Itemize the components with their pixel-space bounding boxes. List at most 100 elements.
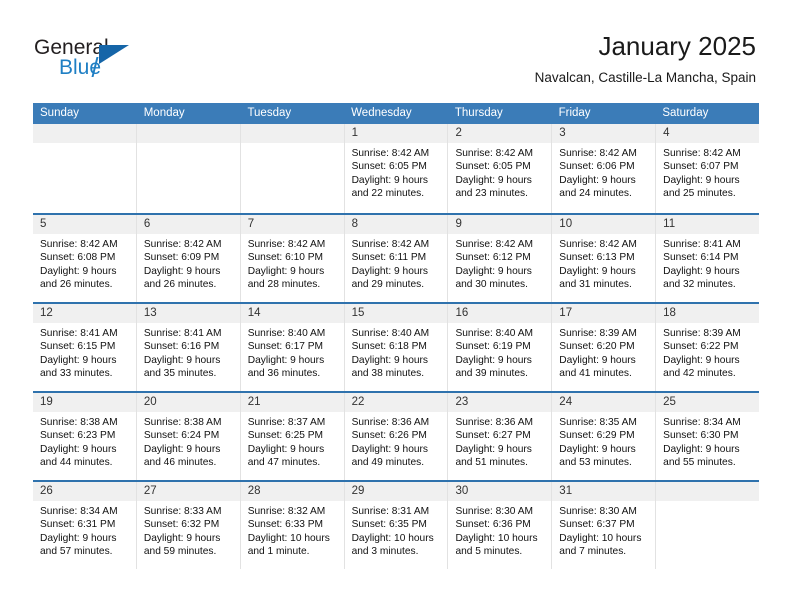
day-sun-info: Sunrise: 8:30 AM Sunset: 6:37 PM Dayligh… — [559, 506, 642, 558]
day-sun-info: Sunrise: 8:42 AM Sunset: 6:05 PM Dayligh… — [351, 148, 430, 200]
day-cell — [240, 124, 345, 213]
weekday-wednesday: Wednesday — [351, 107, 412, 119]
day-sun-info: Sunrise: 8:40 AM Sunset: 6:19 PM Dayligh… — [455, 328, 534, 380]
day-cell[interactable]: 26 Sunrise: 8:34 AM Sunset: 6:31 PM Dayl… — [33, 482, 137, 569]
day-cell[interactable]: 24 Sunrise: 8:35 AM Sunset: 6:29 PM Dayl… — [552, 393, 657, 480]
day-number: 22 — [344, 393, 448, 412]
day-cell[interactable]: 6 Sunrise: 8:42 AM Sunset: 6:09 PM Dayli… — [136, 215, 241, 302]
day-number: 30 — [448, 482, 552, 501]
day-cell — [33, 124, 137, 213]
week-row: 19 Sunrise: 8:38 AM Sunset: 6:23 PM Dayl… — [33, 391, 760, 480]
day-number: 23 — [448, 393, 552, 412]
day-number: 18 — [656, 304, 760, 323]
day-cell[interactable]: 25 Sunrise: 8:34 AM Sunset: 6:30 PM Dayl… — [656, 393, 760, 480]
page-subtitle: Navalcan, Castille-La Mancha, Spain — [534, 70, 756, 85]
day-cell[interactable]: 27 Sunrise: 8:33 AM Sunset: 6:32 PM Dayl… — [136, 482, 241, 569]
calendar-grid: Sunday Monday Tuesday Wednesday Thursday… — [33, 103, 760, 569]
day-cell[interactable]: 3 Sunrise: 8:42 AM Sunset: 6:06 PM Dayli… — [552, 124, 657, 213]
day-number: 14 — [240, 304, 344, 323]
day-sun-info: Sunrise: 8:34 AM Sunset: 6:30 PM Dayligh… — [663, 417, 741, 469]
day-cell[interactable]: 13 Sunrise: 8:41 AM Sunset: 6:16 PM Dayl… — [136, 304, 241, 391]
day-number — [33, 124, 136, 143]
day-cell[interactable]: 7 Sunrise: 8:42 AM Sunset: 6:10 PM Dayli… — [240, 215, 345, 302]
day-sun-info: Sunrise: 8:39 AM Sunset: 6:20 PM Dayligh… — [559, 328, 637, 380]
day-sun-info: Sunrise: 8:42 AM Sunset: 6:13 PM Dayligh… — [559, 239, 637, 291]
day-cell[interactable]: 2 Sunrise: 8:42 AM Sunset: 6:05 PM Dayli… — [448, 124, 553, 213]
day-cell[interactable]: 11 Sunrise: 8:41 AM Sunset: 6:14 PM Dayl… — [656, 215, 760, 302]
day-cell[interactable]: 14 Sunrise: 8:40 AM Sunset: 6:17 PM Dayl… — [240, 304, 345, 391]
day-sun-info: Sunrise: 8:36 AM Sunset: 6:26 PM Dayligh… — [351, 417, 430, 469]
day-cell[interactable]: 29 Sunrise: 8:31 AM Sunset: 6:35 PM Dayl… — [344, 482, 449, 569]
page-title: January 2025 — [598, 31, 756, 61]
day-sun-info: Sunrise: 8:42 AM Sunset: 6:09 PM Dayligh… — [143, 239, 222, 291]
week-row: 26 Sunrise: 8:34 AM Sunset: 6:31 PM Dayl… — [33, 480, 760, 569]
day-cell[interactable]: 21 Sunrise: 8:37 AM Sunset: 6:25 PM Dayl… — [240, 393, 345, 480]
day-cell — [656, 482, 760, 569]
day-sun-info: Sunrise: 8:41 AM Sunset: 6:14 PM Dayligh… — [663, 239, 741, 291]
day-number: 21 — [240, 393, 344, 412]
day-cell[interactable]: 12 Sunrise: 8:41 AM Sunset: 6:15 PM Dayl… — [33, 304, 137, 391]
day-number: 26 — [33, 482, 136, 501]
day-cell[interactable]: 15 Sunrise: 8:40 AM Sunset: 6:18 PM Dayl… — [344, 304, 449, 391]
day-number: 20 — [136, 393, 240, 412]
day-sun-info: Sunrise: 8:37 AM Sunset: 6:25 PM Dayligh… — [247, 417, 326, 469]
day-number: 19 — [33, 393, 136, 412]
day-number — [656, 482, 760, 501]
day-sun-info: Sunrise: 8:41 AM Sunset: 6:15 PM Dayligh… — [40, 328, 118, 380]
day-cell[interactable]: 5 Sunrise: 8:42 AM Sunset: 6:08 PM Dayli… — [33, 215, 137, 302]
day-sun-info: Sunrise: 8:42 AM Sunset: 6:08 PM Dayligh… — [40, 239, 118, 291]
day-cell[interactable]: 9 Sunrise: 8:42 AM Sunset: 6:12 PM Dayli… — [448, 215, 553, 302]
day-number: 11 — [656, 215, 760, 234]
day-number: 9 — [448, 215, 552, 234]
day-cell[interactable]: 18 Sunrise: 8:39 AM Sunset: 6:22 PM Dayl… — [656, 304, 760, 391]
day-number: 3 — [552, 124, 656, 143]
day-number: 5 — [33, 215, 136, 234]
day-number: 27 — [136, 482, 240, 501]
day-sun-info: Sunrise: 8:36 AM Sunset: 6:27 PM Dayligh… — [455, 417, 534, 469]
day-number: 2 — [448, 124, 552, 143]
day-cell[interactable]: 23 Sunrise: 8:36 AM Sunset: 6:27 PM Dayl… — [448, 393, 553, 480]
logo-text-blue: Blue — [59, 56, 102, 79]
weekday-monday: Monday — [143, 107, 185, 119]
day-sun-info: Sunrise: 8:40 AM Sunset: 6:18 PM Dayligh… — [351, 328, 430, 380]
day-number: 24 — [552, 393, 656, 412]
week-row: 12 Sunrise: 8:41 AM Sunset: 6:15 PM Dayl… — [33, 302, 760, 391]
weekday-header-row: Sunday Monday Tuesday Wednesday Thursday… — [33, 103, 759, 124]
weekday-thursday: Thursday — [454, 107, 503, 119]
day-sun-info: Sunrise: 8:30 AM Sunset: 6:36 PM Dayligh… — [455, 506, 538, 558]
day-cell[interactable]: 4 Sunrise: 8:42 AM Sunset: 6:07 PM Dayli… — [656, 124, 760, 213]
day-sun-info: Sunrise: 8:34 AM Sunset: 6:31 PM Dayligh… — [40, 506, 118, 558]
day-cell[interactable]: 28 Sunrise: 8:32 AM Sunset: 6:33 PM Dayl… — [240, 482, 345, 569]
day-number: 7 — [240, 215, 344, 234]
day-cell[interactable]: 31 Sunrise: 8:30 AM Sunset: 6:37 PM Dayl… — [552, 482, 657, 569]
day-number — [136, 124, 240, 143]
day-sun-info: Sunrise: 8:42 AM Sunset: 6:11 PM Dayligh… — [351, 239, 430, 291]
day-cell — [136, 124, 241, 213]
day-cell[interactable]: 30 Sunrise: 8:30 AM Sunset: 6:36 PM Dayl… — [448, 482, 553, 569]
day-number: 29 — [344, 482, 448, 501]
day-cell[interactable]: 10 Sunrise: 8:42 AM Sunset: 6:13 PM Dayl… — [552, 215, 657, 302]
day-number: 17 — [552, 304, 656, 323]
day-sun-info: Sunrise: 8:32 AM Sunset: 6:33 PM Dayligh… — [247, 506, 330, 558]
day-number: 28 — [240, 482, 344, 501]
day-cell[interactable]: 1 Sunrise: 8:42 AM Sunset: 6:05 PM Dayli… — [344, 124, 449, 213]
day-cell[interactable]: 17 Sunrise: 8:39 AM Sunset: 6:20 PM Dayl… — [552, 304, 657, 391]
day-sun-info: Sunrise: 8:42 AM Sunset: 6:05 PM Dayligh… — [455, 148, 534, 200]
day-sun-info: Sunrise: 8:39 AM Sunset: 6:22 PM Dayligh… — [663, 328, 741, 380]
weekday-saturday: Saturday — [662, 107, 709, 119]
general-blue-logo[interactable]: General Blue — [34, 36, 214, 86]
day-cell[interactable]: 22 Sunrise: 8:36 AM Sunset: 6:26 PM Dayl… — [344, 393, 449, 480]
day-cell[interactable]: 8 Sunrise: 8:42 AM Sunset: 6:11 PM Dayli… — [344, 215, 449, 302]
weekday-friday: Friday — [558, 107, 591, 119]
day-sun-info — [137, 143, 240, 147]
day-sun-info: Sunrise: 8:42 AM Sunset: 6:12 PM Dayligh… — [455, 239, 534, 291]
day-cell[interactable]: 19 Sunrise: 8:38 AM Sunset: 6:23 PM Dayl… — [33, 393, 137, 480]
day-number: 16 — [448, 304, 552, 323]
day-cell[interactable]: 20 Sunrise: 8:38 AM Sunset: 6:24 PM Dayl… — [136, 393, 241, 480]
day-number — [240, 124, 344, 143]
day-cell[interactable]: 16 Sunrise: 8:40 AM Sunset: 6:19 PM Dayl… — [448, 304, 553, 391]
day-sun-info: Sunrise: 8:40 AM Sunset: 6:17 PM Dayligh… — [247, 328, 326, 380]
day-sun-info — [241, 143, 344, 147]
day-number: 8 — [344, 215, 448, 234]
weekday-tuesday: Tuesday — [247, 107, 292, 119]
